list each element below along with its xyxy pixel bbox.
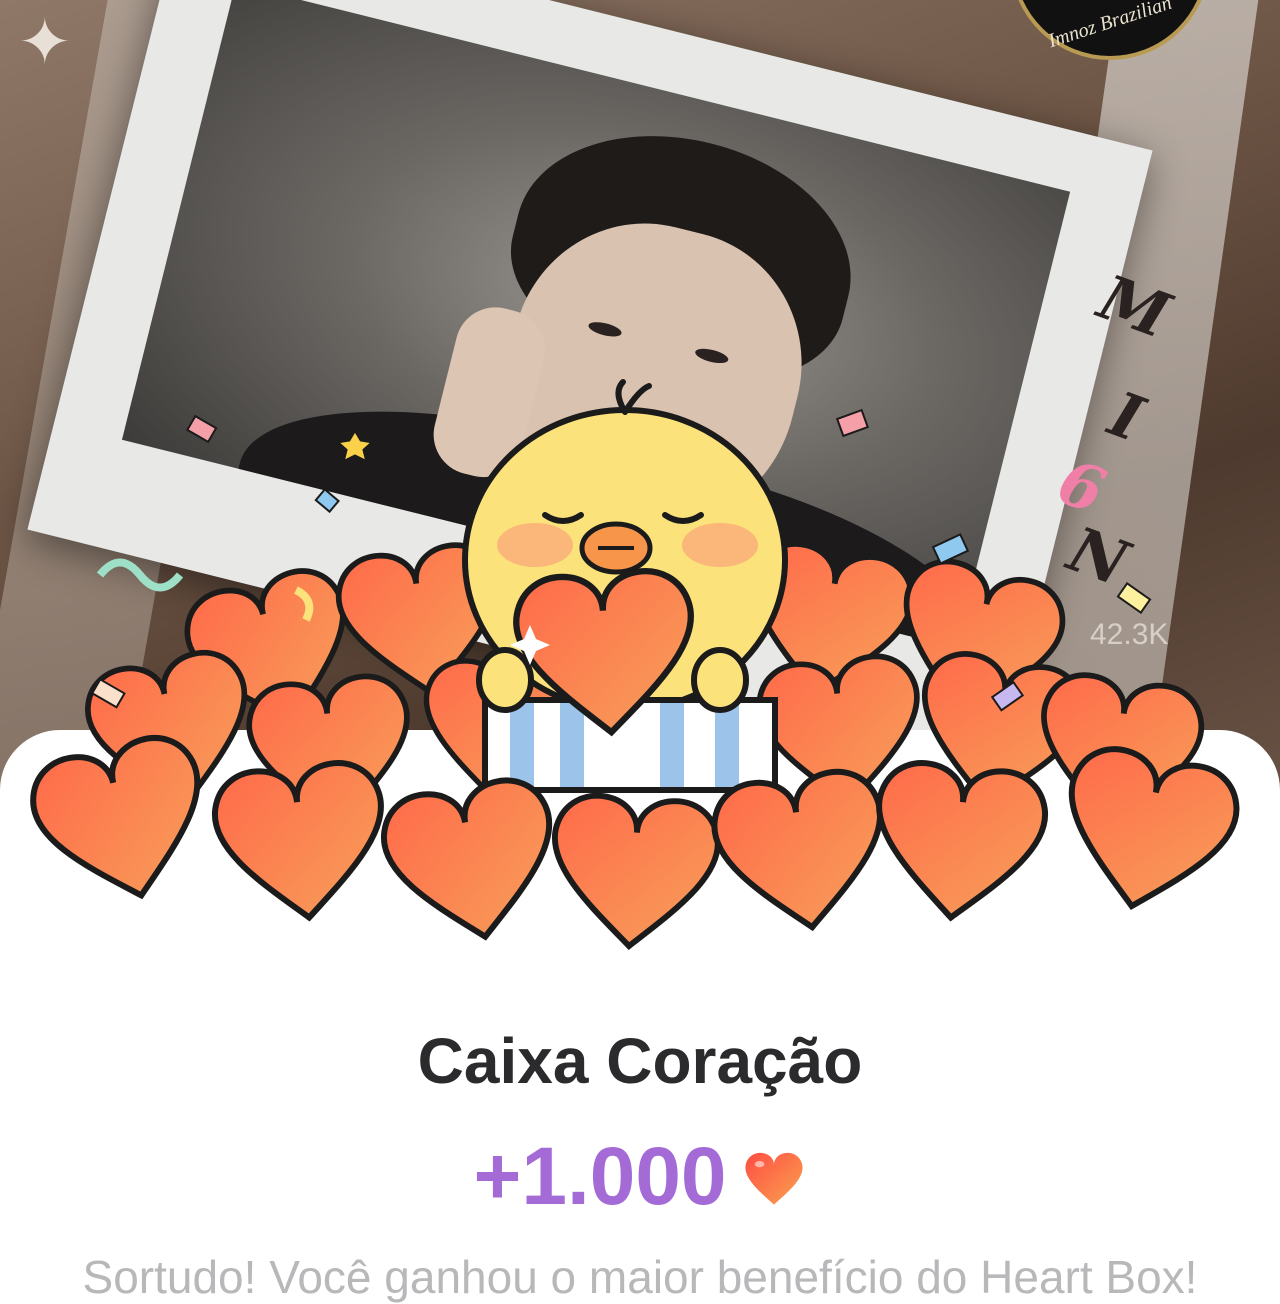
reward-description: Sortudo! Você ganhou o maior benefício d… [82, 1251, 1198, 1303]
reward-amount: +1.000 [473, 1131, 727, 1222]
heart-icon [745, 1152, 803, 1205]
heart-pile-illustration [0, 379, 1280, 960]
reward-amount-row: +1.000 [0, 1130, 1280, 1224]
reward-title: Caixa Coração [417, 1025, 863, 1097]
